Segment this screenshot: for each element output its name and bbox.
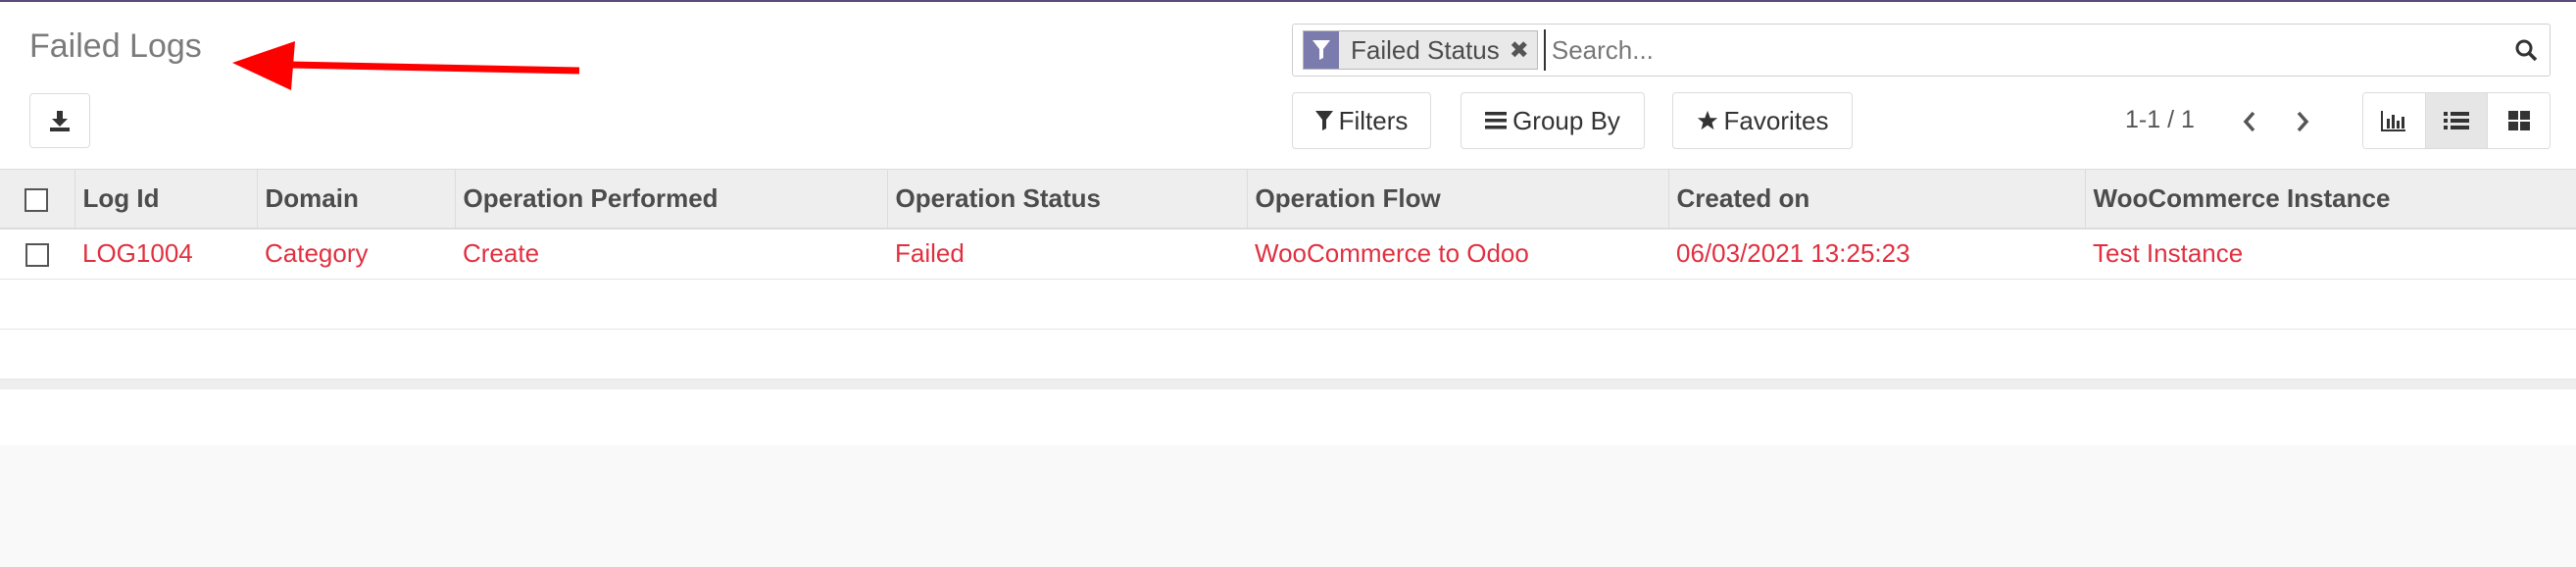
download-icon xyxy=(50,111,70,131)
logs-table: Log Id Domain Operation Performed Operat… xyxy=(0,169,2576,380)
cell-log-id: LOG1004 xyxy=(82,238,193,269)
kanban-view-button[interactable] xyxy=(2488,93,2550,148)
bars-icon xyxy=(1485,112,1508,129)
view-switcher xyxy=(2362,92,2551,149)
pager-next-button[interactable] xyxy=(2286,104,2319,139)
group-by-button[interactable]: Group By xyxy=(1461,92,1645,149)
column-header-woocommerce-instance[interactable]: WooCommerce Instance xyxy=(2085,169,2576,230)
cell-operation-status: Failed xyxy=(895,238,965,269)
list-view: Log Id Domain Operation Performed Operat… xyxy=(0,169,2576,389)
page-title: Failed Logs xyxy=(29,27,202,65)
chevron-left-icon xyxy=(2243,111,2255,132)
cell-woocommerce-instance: Test Instance xyxy=(2093,238,2244,269)
empty-row xyxy=(0,280,2576,330)
list-icon xyxy=(2444,112,2469,129)
bar-chart-icon xyxy=(2381,111,2406,131)
search-input[interactable] xyxy=(1543,29,2502,71)
select-all-checkbox[interactable] xyxy=(25,187,49,212)
table-header-row: Log Id Domain Operation Performed Operat… xyxy=(0,169,2576,230)
group-by-label: Group By xyxy=(1512,105,1620,135)
grid-icon xyxy=(2507,111,2530,130)
filter-icon xyxy=(1304,31,1339,69)
control-panel: Failed Logs Failed Status ✖ Filters xyxy=(0,2,2576,169)
column-header-created-on[interactable]: Created on xyxy=(1668,169,2086,230)
column-header-operation-flow[interactable]: Operation Flow xyxy=(1247,169,1669,230)
annotation-arrow xyxy=(232,41,580,90)
empty-row xyxy=(0,330,2576,380)
download-button[interactable] xyxy=(29,93,90,148)
filters-button[interactable]: Filters xyxy=(1292,92,1431,149)
table-footer xyxy=(0,380,2576,389)
graph-view-button[interactable] xyxy=(2363,93,2426,148)
empty-content-area xyxy=(0,445,2576,567)
select-all-cell xyxy=(0,169,75,230)
row-select-cell xyxy=(0,229,74,280)
cell-domain: Category xyxy=(265,238,369,269)
favorites-button[interactable]: Favorites xyxy=(1672,92,1853,149)
star-icon xyxy=(1697,110,1717,130)
pager-previous-button[interactable] xyxy=(2233,104,2266,139)
list-view-button[interactable] xyxy=(2425,93,2489,148)
column-header-domain[interactable]: Domain xyxy=(257,169,456,230)
search-facet: Failed Status ✖ xyxy=(1303,30,1538,70)
facet-label: Failed Status xyxy=(1351,34,1500,65)
chevron-right-icon xyxy=(2297,111,2309,132)
cell-operation-performed: Create xyxy=(463,238,540,269)
search-bar[interactable]: Failed Status ✖ xyxy=(1292,24,2551,77)
column-header-log-id[interactable]: Log Id xyxy=(74,169,258,230)
cell-created-on: 06/03/2021 13:25:23 xyxy=(1676,238,1910,269)
cell-operation-flow: WooCommerce to Odoo xyxy=(1255,238,1529,269)
search-icon[interactable] xyxy=(2502,38,2550,62)
favorites-label: Favorites xyxy=(1723,105,1829,135)
row-checkbox[interactable] xyxy=(25,243,49,268)
table-row[interactable]: LOG1004 Category Create Failed WooCommer… xyxy=(0,229,2576,280)
column-header-operation-performed[interactable]: Operation Performed xyxy=(455,169,888,230)
pager-value[interactable]: 1-1 / 1 xyxy=(2125,106,2195,134)
filter-icon xyxy=(1314,111,1333,130)
facet-remove-icon[interactable]: ✖ xyxy=(1510,36,1537,65)
filters-label: Filters xyxy=(1338,105,1409,135)
column-header-operation-status[interactable]: Operation Status xyxy=(887,169,1248,230)
